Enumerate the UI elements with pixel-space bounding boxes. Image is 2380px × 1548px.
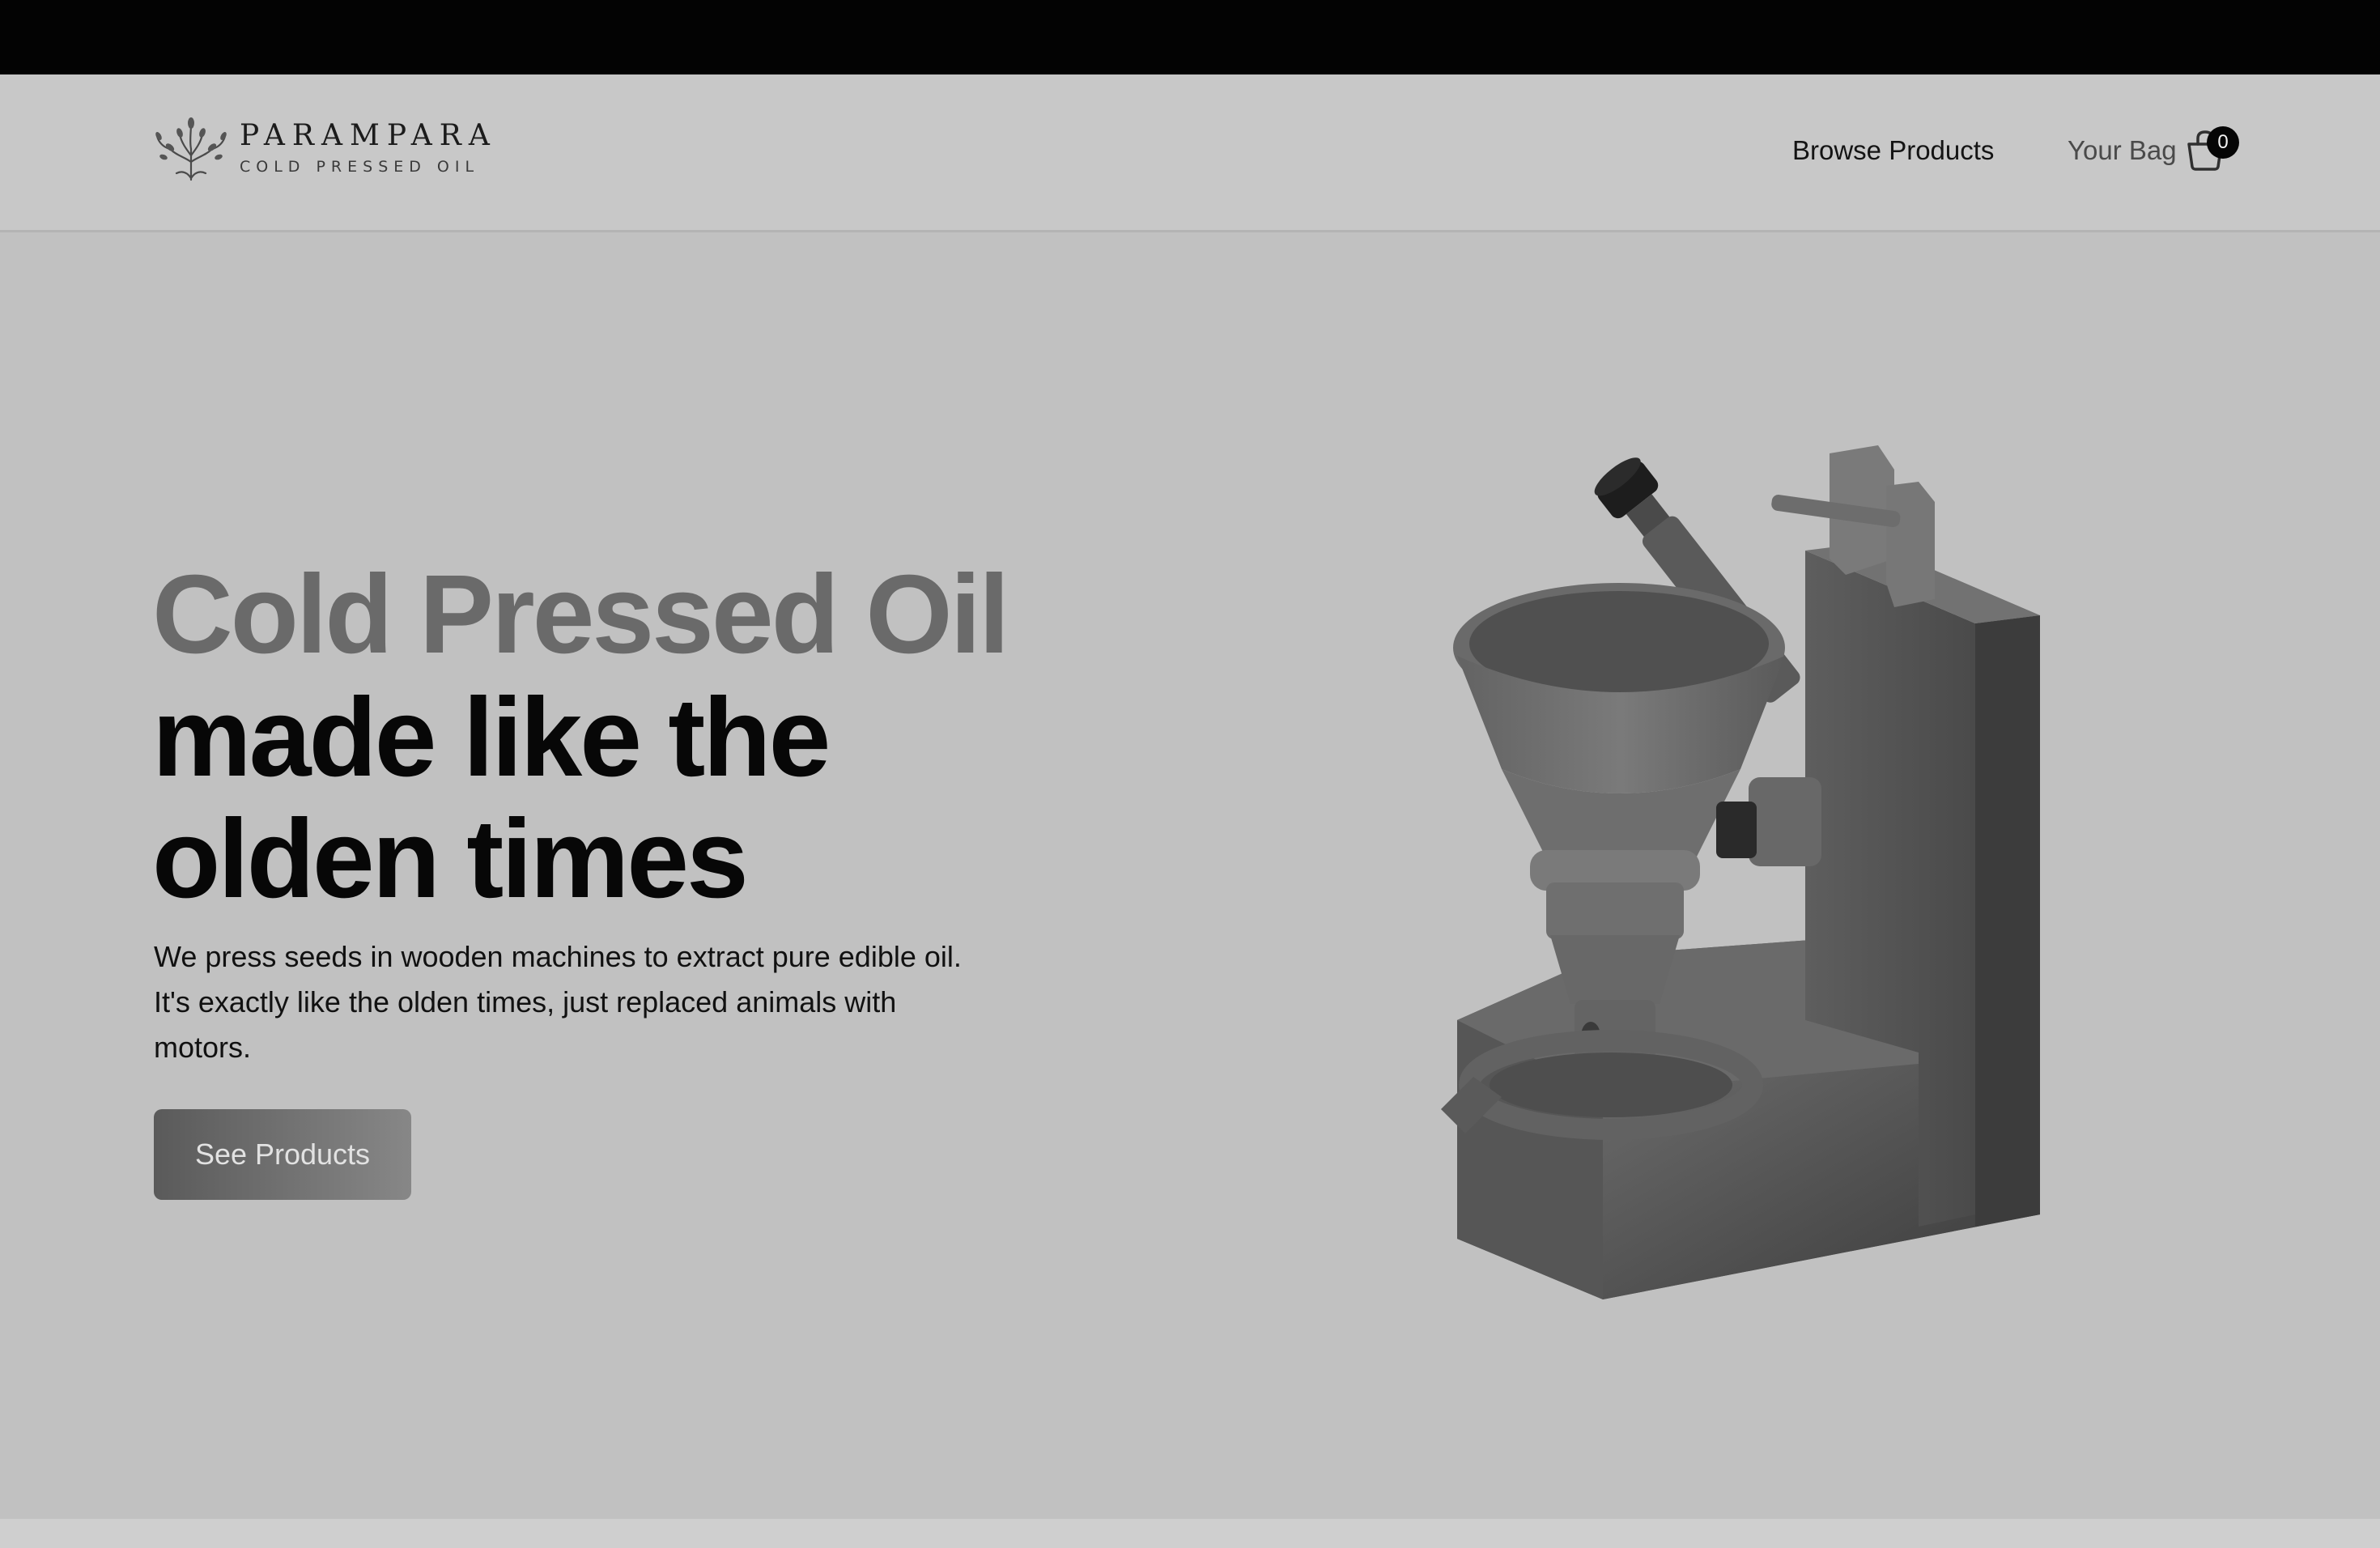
hero-description: We press seeds in wooden machines to ext… [154,940,962,1064]
bag-count-badge: 0 [2207,126,2239,159]
next-section-edge [0,1519,2380,1548]
hero-title-line-3: olden times [152,797,749,921]
hero-title-line-2: made like the [152,675,831,800]
brand-logo[interactable]: PARAMPARA COLD PRESSED OIL [152,117,497,181]
browser-top-bar [0,0,2380,74]
tree-icon [155,117,227,181]
brand-text: PARAMPARA COLD PRESSED OIL [240,120,497,178]
brand-name: PARAMPARA [240,119,497,152]
nav-browse-products[interactable]: Browse Products [1792,133,1994,168]
nav-your-bag[interactable]: Your Bag [2068,133,2177,168]
oil-press-machine-illustration [1441,445,2040,1299]
see-products-button[interactable]: See Products [154,1109,411,1200]
brand-tagline: COLD PRESSED OIL [240,158,480,176]
site-header: PARAMPARA COLD PRESSED OIL Browse Produc… [0,74,2380,232]
hero-title-highlight: Cold Pressed Oil [152,552,1009,677]
